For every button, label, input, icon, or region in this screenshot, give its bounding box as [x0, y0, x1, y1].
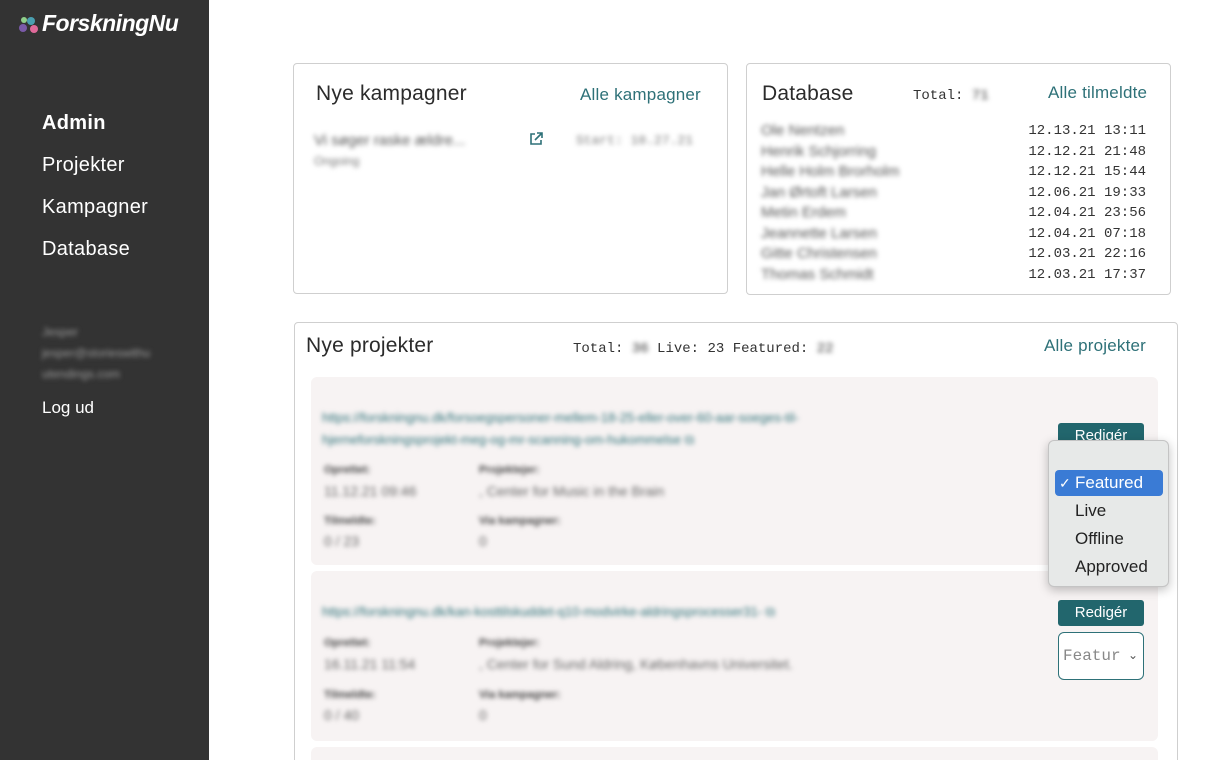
- projects-featured-value: 22: [816, 341, 834, 357]
- created-value: 16.11.21 11:54: [324, 656, 416, 672]
- projects-total-label: Total:: [573, 341, 624, 357]
- projects-featured-label: Featured:: [732, 341, 809, 357]
- status-dropdown: ✓ Featured Live Offline Approved: [1048, 440, 1169, 587]
- project-url[interactable]: https://forskningnu.dk/kan-kosttilskudde…: [322, 601, 942, 623]
- signups-value: 0 / 40: [324, 707, 360, 723]
- via-campaigns-label: Via kampagner:: [479, 515, 561, 527]
- owner-value: , Center for Sund Aldring, Københavns Un…: [479, 656, 793, 672]
- all-campaigns-link[interactable]: Alle kampagner: [580, 85, 701, 105]
- projects-card: Nye projekter Total: 36 Live: 23 Feature…: [294, 322, 1178, 760]
- signups-label: Tilmeldte:: [324, 689, 376, 701]
- list-item[interactable]: Gitte Christensen: [761, 244, 899, 265]
- campaign-start-date: Start: 10.27.21: [576, 133, 694, 148]
- all-projects-link[interactable]: Alle projekter: [1044, 336, 1146, 356]
- project-url[interactable]: https://forskningnu.dk/forsoegspersoner-…: [322, 407, 942, 451]
- project-item: https://forskningnu.dk/forsoegspersoner-…: [311, 377, 1158, 565]
- logo-dots-icon: [18, 13, 40, 35]
- sidebar-item-projekter[interactable]: Projekter: [42, 150, 148, 192]
- list-item[interactable]: Jeannette Larsen: [761, 224, 899, 245]
- user-email-line1: jesper@storieswithu: [42, 346, 151, 360]
- campaigns-title: Nye kampagner: [316, 82, 467, 105]
- project-item: https://forskningnu.dk/kan-kosttilskudde…: [311, 571, 1158, 741]
- sidebar-nav: Admin Projekter Kampagner Database: [42, 108, 148, 276]
- sidebar-item-kampagner[interactable]: Kampagner: [42, 192, 148, 234]
- database-name-list: Ole Nentzen Henrik Schjorring Helle Holm…: [761, 121, 899, 285]
- via-campaigns-value: 0: [479, 707, 487, 723]
- database-total-label: Total:: [913, 88, 964, 104]
- owner-label: Projektejer:: [479, 637, 540, 649]
- external-link-icon[interactable]: [528, 131, 544, 147]
- created-label: Oprettet:: [324, 464, 371, 476]
- status-option-offline[interactable]: Offline: [1055, 526, 1163, 552]
- created-value: 11.12.21 09:46: [324, 483, 417, 499]
- sidebar-item-database[interactable]: Database: [42, 234, 148, 276]
- chevron-down-icon: ⌄: [1127, 649, 1138, 663]
- list-item[interactable]: Metin Erdem: [761, 203, 899, 224]
- user-name: Jesper: [42, 325, 79, 339]
- brand-name: ForskningNu: [42, 10, 179, 36]
- via-campaigns-label: Via kampagner:: [479, 689, 561, 701]
- signups-value: 0 / 23: [324, 533, 360, 549]
- status-select-value: Featur: [1063, 647, 1121, 665]
- database-card: Database Total: 71 Alle tilmeldte Ole Ne…: [746, 63, 1171, 295]
- signup-date: 12.06.21 19:33: [1028, 184, 1146, 201]
- signup-date: 12.12.21 21:48: [1028, 143, 1146, 160]
- database-total-value: 71: [971, 88, 989, 104]
- signup-date: 12.04.21 07:18: [1028, 225, 1146, 242]
- status-option-live[interactable]: Live: [1055, 498, 1163, 524]
- signup-date: 12.04.21 23:56: [1028, 205, 1146, 221]
- database-total: Total: 71: [913, 88, 989, 104]
- brand-logo[interactable]: ForskningNu: [18, 10, 179, 37]
- signup-date: 12.03.21 22:16: [1028, 246, 1146, 262]
- campaign-status: Ongoing: [314, 154, 360, 168]
- list-item[interactable]: Helle Holm Brorholm: [761, 162, 899, 183]
- user-info: Jesper jesper@storieswithu utendings.com: [42, 322, 150, 385]
- via-campaigns-value: 0: [479, 533, 487, 549]
- projects-live-value: 23: [707, 341, 725, 357]
- list-item[interactable]: Ole Nentzen: [761, 121, 899, 142]
- status-select[interactable]: Featur ⌄: [1058, 632, 1144, 680]
- edit-project-button[interactable]: Redigér: [1058, 600, 1144, 626]
- created-label: Oprettet:: [324, 637, 371, 649]
- sidebar-item-admin[interactable]: Admin: [42, 108, 148, 150]
- signup-date: 12.12.21 15:44: [1028, 164, 1146, 180]
- status-option-approved[interactable]: Approved: [1055, 554, 1163, 580]
- campaign-name[interactable]: Vi søger raske ældre...: [314, 132, 465, 149]
- campaigns-card: Nye kampagner Alle kampagner Vi søger ra…: [293, 63, 728, 294]
- owner-label: Projektejer:: [479, 464, 540, 476]
- projects-title: Nye projekter: [306, 334, 434, 357]
- projects-live-label: Live:: [657, 341, 700, 357]
- user-email-line2: utendings.com: [42, 367, 121, 381]
- all-signups-link[interactable]: Alle tilmeldte: [1048, 83, 1147, 103]
- check-icon: ✓: [1059, 475, 1071, 491]
- signup-date: 12.13.21 13:11: [1028, 123, 1146, 139]
- database-date-list: 12.13.21 13:11 12.12.21 21:48 12.12.21 1…: [1028, 121, 1146, 285]
- projects-stats: Total: 36 Live: 23 Featured: 22: [573, 341, 834, 357]
- logout-link[interactable]: Log ud: [42, 398, 94, 418]
- signups-label: Tilmeldte:: [324, 515, 376, 527]
- project-item: [311, 747, 1158, 760]
- signup-date: 12.03.21 17:37: [1028, 266, 1146, 283]
- sidebar: ForskningNu Admin Projekter Kampagner Da…: [0, 0, 209, 760]
- status-option-featured[interactable]: ✓ Featured: [1055, 470, 1163, 496]
- owner-value: , Center for Music in the Brain: [479, 483, 665, 499]
- projects-total-value: 36: [631, 341, 649, 357]
- list-item[interactable]: Thomas Schmidt: [761, 265, 899, 286]
- list-item[interactable]: Henrik Schjorring: [761, 142, 899, 163]
- database-title: Database: [762, 82, 854, 105]
- list-item[interactable]: Jan Ørtoft Larsen: [761, 183, 899, 204]
